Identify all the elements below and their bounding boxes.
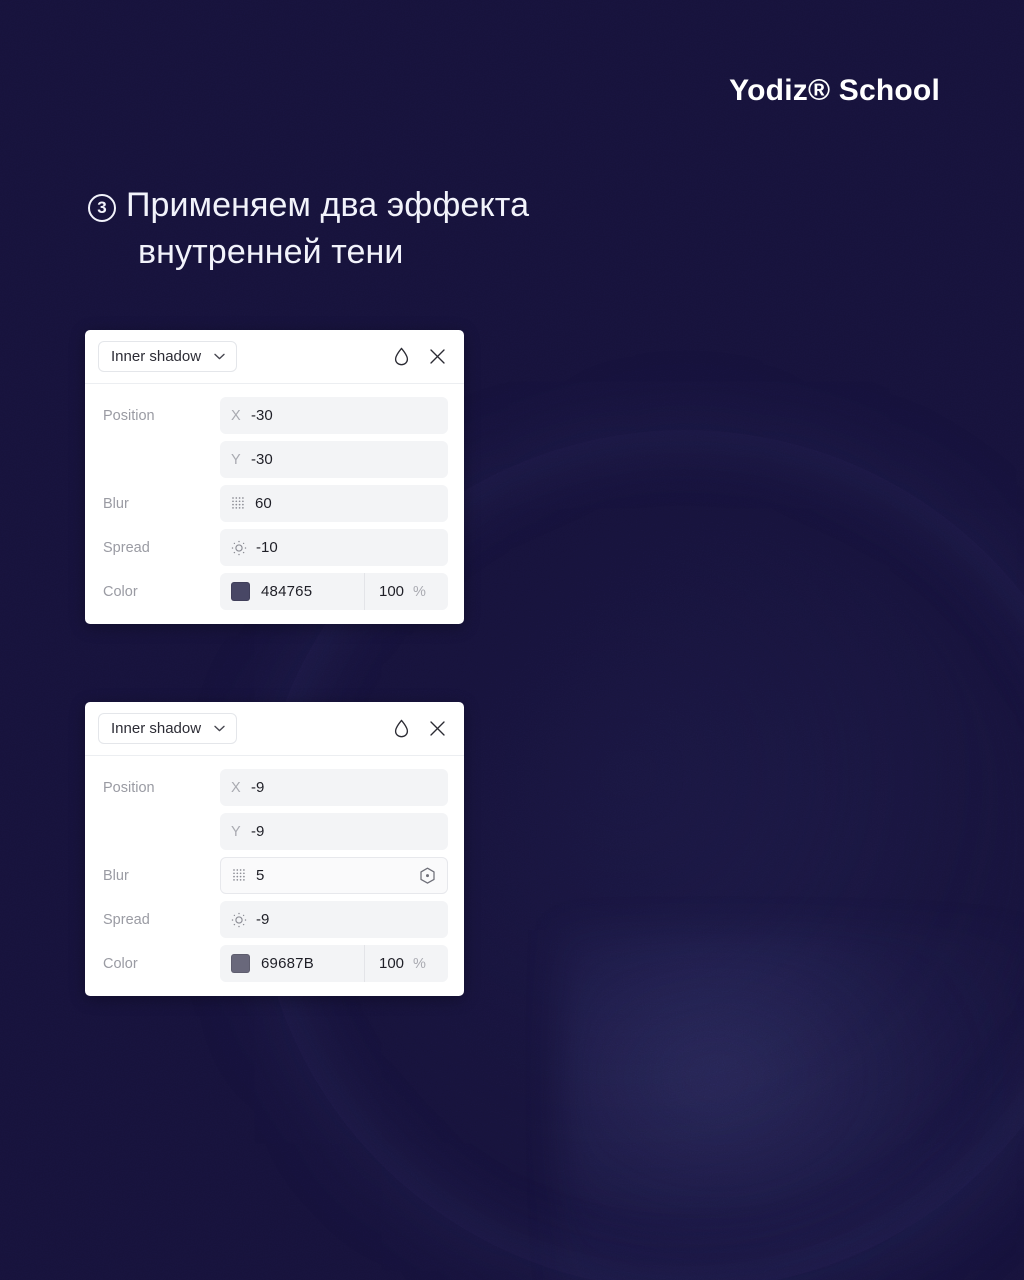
blur-grid-icon — [232, 868, 247, 883]
droplet-icon[interactable] — [394, 347, 409, 366]
chevron-down-icon — [214, 725, 225, 732]
blur-input[interactable]: 60 — [220, 485, 448, 522]
opacity-value: 100 — [379, 955, 405, 972]
panel-body: Position X -30 Y -30 Blur 60 Spread -10 … — [85, 384, 464, 624]
row-label: Color — [103, 955, 138, 972]
page-title-line-1: Применяем два эффекта — [126, 186, 530, 224]
spread-sun-icon — [231, 912, 247, 928]
color-row: Color 69687B 100 % — [103, 945, 448, 982]
row-label: Color — [103, 583, 138, 600]
color-row: Color 484765 100 % — [103, 573, 448, 610]
glow-highlight — [560, 930, 1024, 1280]
color-field: 484765 100 % — [220, 573, 448, 610]
input-value: 5 — [256, 867, 265, 884]
panel-body: Position X -9 Y -9 Blur 5 Spread -9 Colo… — [85, 756, 464, 996]
axis-label: Y — [231, 823, 241, 840]
input-value: -9 — [256, 911, 270, 928]
droplet-icon[interactable] — [394, 719, 409, 738]
spread-sun-icon — [231, 540, 247, 556]
position-x-row: Position X -30 — [103, 397, 448, 434]
row-label: Position — [103, 407, 155, 424]
blur-input[interactable]: 5 — [220, 857, 448, 894]
axis-label: X — [231, 779, 241, 796]
position-y-input[interactable]: Y -30 — [220, 441, 448, 478]
spread-row: Spread -10 — [103, 529, 448, 566]
effect-type-label: Inner shadow — [111, 720, 202, 737]
step-number-badge: 3 — [88, 194, 116, 222]
input-value: -9 — [251, 779, 265, 796]
input-value: -30 — [251, 451, 273, 468]
color-hex-value: 484765 — [261, 583, 313, 600]
color-field: 69687B 100 % — [220, 945, 448, 982]
inner-shadow-panel-2: Inner shadow Position X -9 Y -9 Blur 5 S… — [85, 702, 464, 996]
opacity-unit: % — [413, 583, 426, 600]
effect-type-dropdown[interactable]: Inner shadow — [98, 341, 238, 372]
position-y-row: Y -30 — [103, 441, 448, 478]
variable-hex-icon[interactable] — [419, 867, 436, 885]
row-label: Spread — [103, 539, 150, 556]
input-value: -9 — [251, 823, 265, 840]
input-value: -30 — [251, 407, 273, 424]
panel-header: Inner shadow — [85, 702, 464, 756]
close-icon[interactable] — [429, 348, 446, 365]
page-title: 3 Применяем два эффекта внутренней тени — [88, 182, 808, 276]
row-label: Position — [103, 779, 155, 796]
blur-row: Blur 60 — [103, 485, 448, 522]
panel-header-actions — [394, 347, 448, 366]
color-hex-input[interactable]: 69687B — [220, 945, 364, 982]
opacity-unit: % — [413, 955, 426, 972]
color-opacity-input[interactable]: 100 % — [364, 945, 448, 982]
position-x-input[interactable]: X -30 — [220, 397, 448, 434]
row-label: Blur — [103, 495, 129, 512]
effect-type-label: Inner shadow — [111, 348, 202, 365]
row-label: Spread — [103, 911, 150, 928]
color-hex-value: 69687B — [261, 955, 314, 972]
axis-label: X — [231, 407, 241, 424]
panel-header: Inner shadow — [85, 330, 464, 384]
axis-label: Y — [231, 451, 241, 468]
color-swatch[interactable] — [231, 582, 250, 601]
position-x-row: Position X -9 — [103, 769, 448, 806]
spread-input[interactable]: -9 — [220, 901, 448, 938]
color-swatch[interactable] — [231, 954, 250, 973]
color-hex-input[interactable]: 484765 — [220, 573, 364, 610]
panel-header-actions — [394, 719, 448, 738]
spread-row: Spread -9 — [103, 901, 448, 938]
page-title-line-2: внутренней тени — [138, 232, 404, 271]
blur-row: Blur 5 — [103, 857, 448, 894]
opacity-value: 100 — [379, 583, 405, 600]
blur-grid-icon — [231, 496, 246, 511]
color-opacity-input[interactable]: 100 % — [364, 573, 448, 610]
brand-logo-text: Yodiz® School — [729, 74, 940, 107]
row-label: Blur — [103, 867, 129, 884]
input-value: -10 — [256, 539, 278, 556]
chevron-down-icon — [214, 353, 225, 360]
position-x-input[interactable]: X -9 — [220, 769, 448, 806]
inner-shadow-panel-1: Inner shadow Position X -30 Y -30 Blur 6… — [85, 330, 464, 624]
position-y-input[interactable]: Y -9 — [220, 813, 448, 850]
position-y-row: Y -9 — [103, 813, 448, 850]
input-value: 60 — [255, 495, 272, 512]
close-icon[interactable] — [429, 720, 446, 737]
effect-type-dropdown[interactable]: Inner shadow — [98, 713, 238, 744]
spread-input[interactable]: -10 — [220, 529, 448, 566]
slide-canvas: Yodiz® School 3 Применяем два эффекта вну… — [0, 0, 1024, 1280]
